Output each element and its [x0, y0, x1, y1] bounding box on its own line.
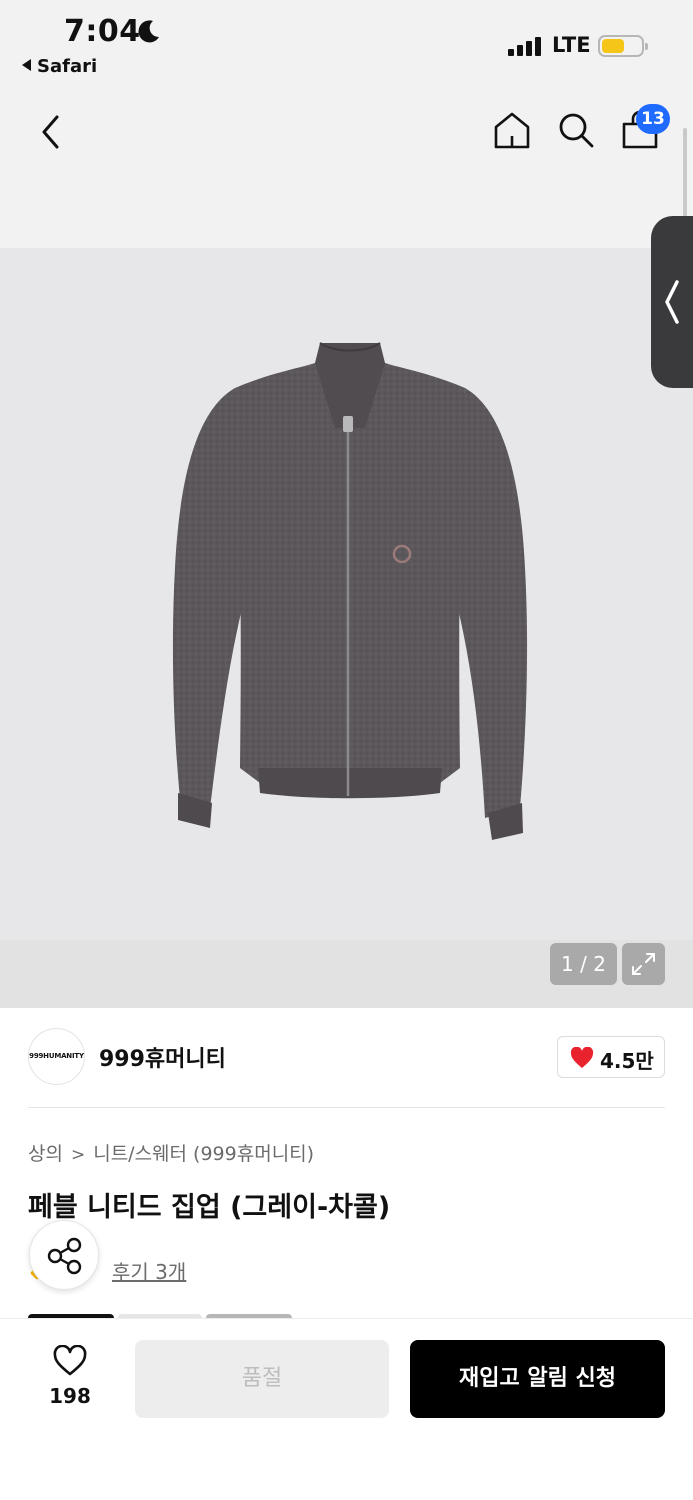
chevron-right-icon: > — [70, 1145, 86, 1165]
brand-logo-text: 999HUMANITY — [29, 1052, 84, 1060]
battery-icon — [598, 35, 648, 57]
cellular-signal-icon — [508, 36, 544, 56]
expand-icon — [632, 953, 655, 975]
scrollbar[interactable] — [683, 128, 687, 218]
back-triangle-icon — [22, 59, 31, 71]
network-type: LTE — [552, 33, 591, 57]
restock-alert-button[interactable]: 재입고 알림 신청 — [410, 1340, 665, 1418]
home-icon[interactable] — [492, 110, 532, 150]
back-arrow-icon[interactable] — [36, 112, 66, 152]
breadcrumb-subcategory[interactable]: 니트/스웨터 (999휴머니티) — [93, 1143, 314, 1165]
share-icon — [47, 1237, 82, 1275]
top-nav — [0, 90, 693, 248]
heart-filled-icon — [570, 1047, 594, 1068]
back-app-label: Safari — [37, 56, 98, 77]
breadcrumb: 상의 > 니트/스웨터 (999휴머니티) — [28, 1139, 314, 1166]
image-counter: 1 / 2 — [550, 943, 617, 985]
cart-count-badge[interactable]: 13 — [636, 104, 670, 134]
divider — [28, 1107, 665, 1108]
status-time: 7:04 — [64, 14, 141, 49]
product-image — [172, 342, 528, 840]
breadcrumb-category[interactable]: 상의 — [28, 1143, 63, 1165]
expand-image-button[interactable] — [622, 943, 665, 985]
side-drawer-handle[interactable] — [651, 216, 693, 388]
heart-outline-icon[interactable] — [52, 1345, 88, 1377]
brand-logo[interactable]: 999HUMANITY — [28, 1028, 85, 1085]
moon-icon — [138, 20, 159, 43]
search-icon[interactable] — [556, 110, 596, 150]
back-to-app-link[interactable]: Safari — [22, 56, 97, 77]
brand-like-count: 4.5만 — [600, 1049, 654, 1073]
share-button[interactable] — [29, 1220, 99, 1290]
soldout-button[interactable]: 품절 — [135, 1340, 389, 1418]
chevron-left-icon — [665, 280, 679, 324]
review-link[interactable]: 후기 3개 — [112, 1256, 186, 1285]
status-bar: 7:04 Safari LTE — [0, 0, 693, 90]
wish-count: 198 — [49, 1384, 91, 1408]
product-image-gallery[interactable] — [0, 248, 693, 1008]
brand-like-button[interactable]: 4.5만 — [557, 1036, 665, 1078]
brand-name[interactable]: 999휴머니티 — [99, 1041, 226, 1073]
product-title: 페블 니티드 집업 (그레이-차콜) — [28, 1192, 391, 1223]
